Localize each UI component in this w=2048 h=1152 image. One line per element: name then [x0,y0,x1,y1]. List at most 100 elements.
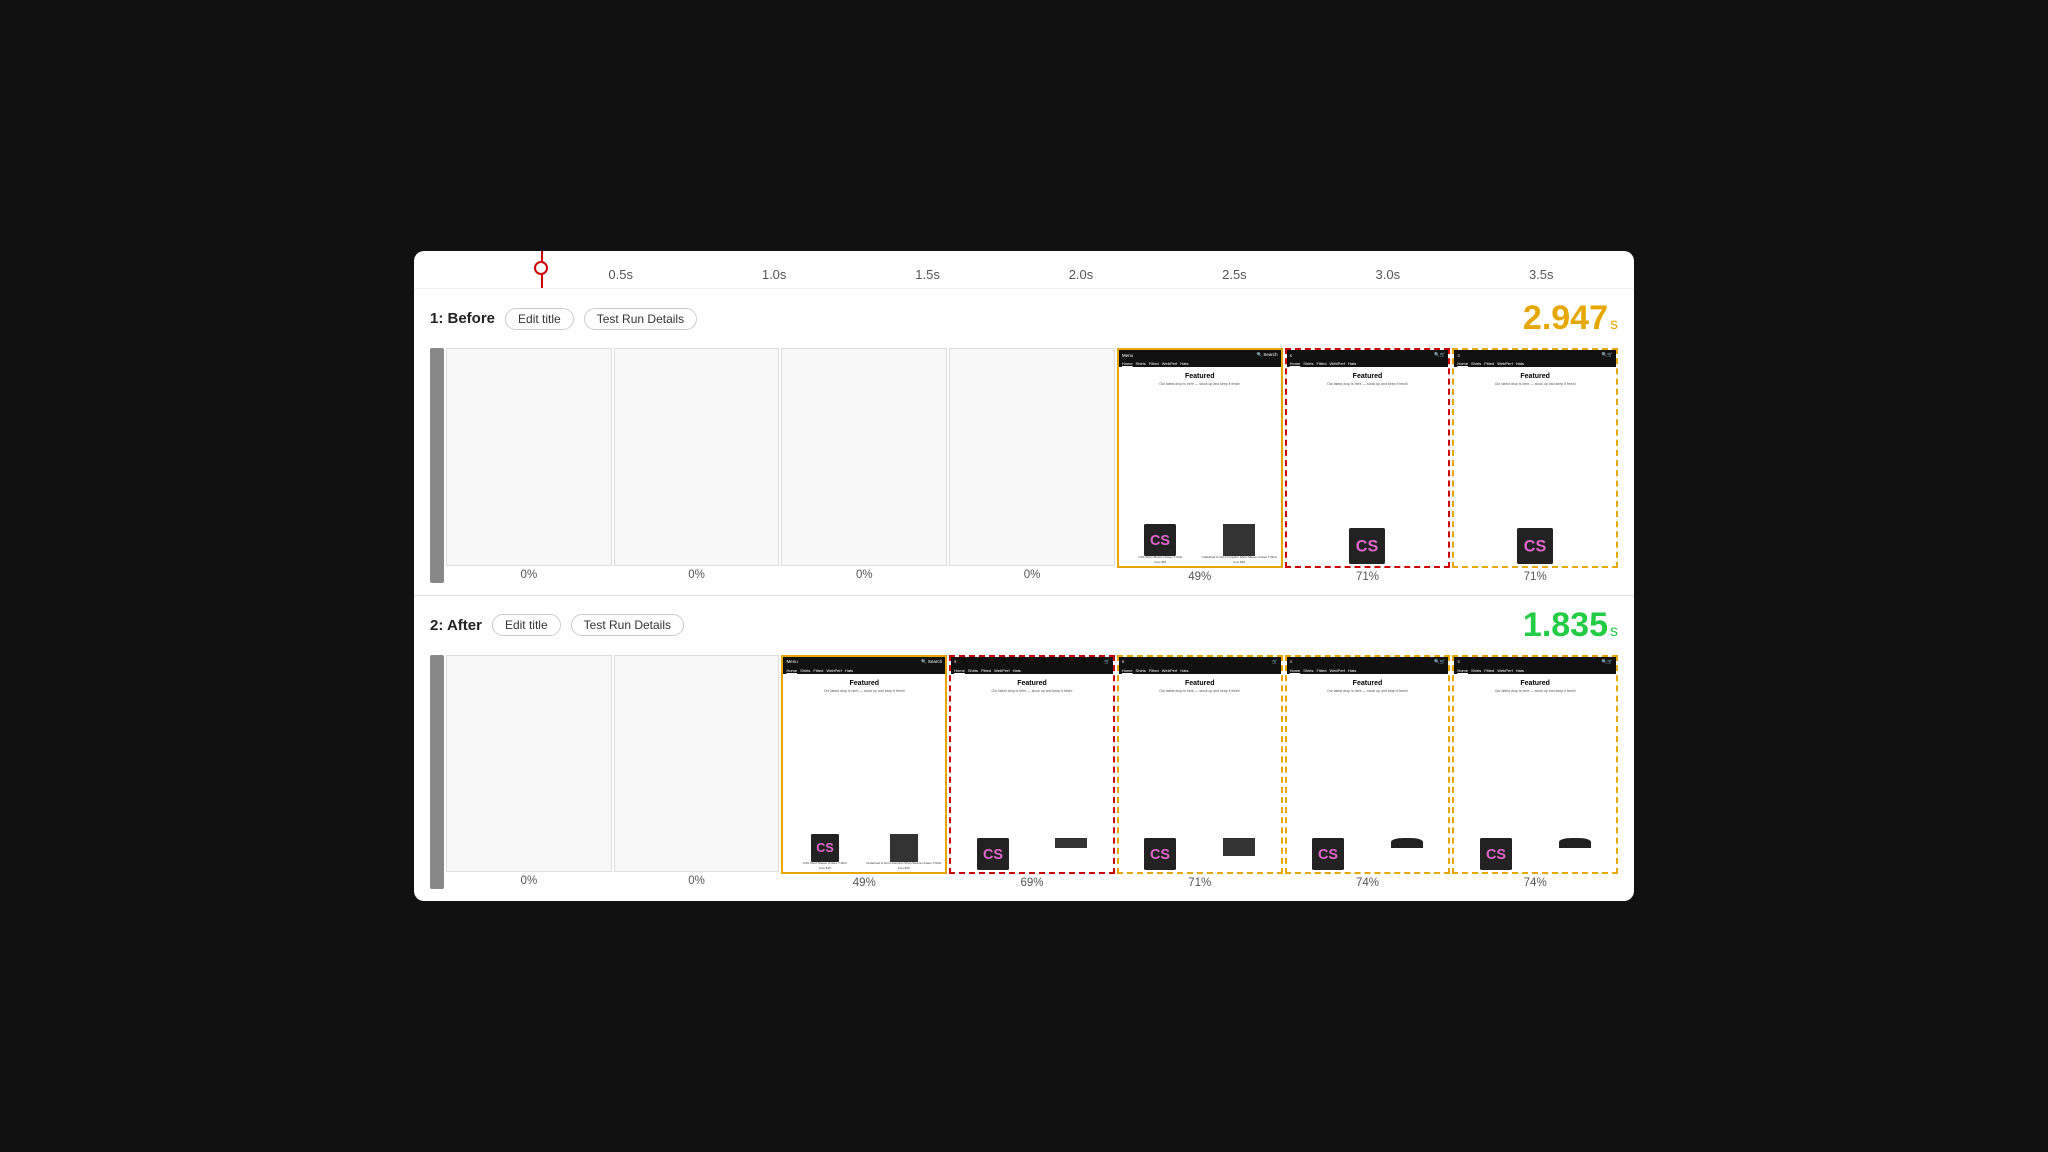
before-f5-search: 🔍 Search [1256,352,1277,358]
before-f6-nav-home: Home [1290,361,1301,366]
after-f4-nav-hats: Hats [1013,668,1021,673]
after-f7-sub: Our latest drop is here — stock up and k… [1457,689,1613,693]
before-edit-title-button[interactable]: Edit title [505,308,574,330]
after-first-bar [430,655,444,889]
before-f7-nav-home: Home [1457,361,1468,366]
before-first-bar [430,348,444,582]
after-f7-nav-webperf: WebPerf [1497,668,1513,673]
after-f5-nav-hats: Hats [1180,668,1188,673]
after-f4-nav-home: Home [954,668,965,673]
before-frame-6-inner: s 🔍🛒 Home Shirts Fitted WebPerf Hats [1287,350,1449,565]
before-frame-4-inner [950,349,1114,564]
after-f6-featured: Featured [1290,680,1446,687]
after-f5-product1: CS [1122,838,1199,870]
after-f5-nav-webperf: WebPerf [1162,668,1178,673]
after-frame-5: s 🛒 Home Shirts Fitted WebPerf Hats [1117,655,1283,889]
after-f4-tshirt1: CS [977,838,1009,870]
after-f5-product2 [1201,838,1278,870]
before-f5-product1: CS CSS Short-Sleeve Unisex T-Shirt from … [1122,524,1199,564]
after-f3-nav-shirts: Shirts [800,668,810,673]
after-frame-4-box: s 🛒 Home Shirts Fitted WebPerf Hats [949,655,1115,874]
after-score-unit: s [1610,623,1618,641]
after-f6-nav-shirts: Shirts [1303,668,1313,673]
before-score: 2.947 [1523,299,1608,338]
after-frame-3-pct: 49% [853,877,876,889]
before-f5-nav-hats: Hats [1180,361,1188,366]
after-f3-nav-fitted: Fitted [813,668,823,673]
time-1-0s: 1.0s [697,267,850,282]
after-frame-5-pct: 71% [1188,877,1211,889]
before-f7-nav-hats: Hats [1516,361,1524,366]
before-frame-1: 0% [446,348,612,582]
after-f6-product2 [1368,838,1445,870]
after-f7-product2 [1536,838,1613,870]
after-f4-tshirt2-partial [1055,838,1087,848]
before-f5-p1-price: from $15 [1154,560,1166,564]
after-f5-tshirt2-partial [1223,838,1255,856]
before-f5-featured: Featured [1122,373,1278,380]
after-f5-nav-shirts: Shirts [1136,668,1146,673]
after-f3-tshirt1: CS [811,834,839,862]
after-f6-hat [1391,838,1423,848]
before-f7-icons: 🔍🛒 [1602,352,1613,358]
before-frame-7-box: ≡ 🔍🛒 Home Shirts Fitted WebPerf Hats [1452,348,1618,567]
after-f7-nav-shirts: Shirts [1471,668,1481,673]
after-f4-product1: CS [954,838,1031,870]
after-f6-nav-home: Home [1290,668,1301,673]
after-frame-5-inner: s 🛒 Home Shirts Fitted WebPerf Hats [1119,657,1281,872]
before-frame-7-pct: 71% [1524,571,1547,583]
before-frame-4-box [949,348,1115,565]
after-f6-nav-hats: Hats [1348,668,1356,673]
before-f6-sub: Our latest drop is here — stock up and k… [1290,382,1446,386]
svg-text:CS: CS [1150,533,1170,549]
before-f6-nav-hats: Hats [1348,361,1356,366]
after-frame-6: ≡ 🔍🛒 Home Shirts Fitted WebPerf Hats [1285,655,1451,889]
after-f3-sub: Our latest drop is here — stock up and k… [786,689,942,693]
before-f7-featured: Featured [1457,373,1613,380]
after-f4-sub: Our latest drop is here — stock up and k… [954,689,1110,693]
after-f4-nav-shirts: Shirts [968,668,978,673]
after-frame-2: 0% [614,655,780,889]
before-section-title: 1: Before [430,310,495,327]
after-f4-icons: 🛒 [1104,659,1110,665]
before-frame-2-inner [615,349,779,564]
before-f5-products: CS CSS Short-Sleeve Unisex T-Shirt from … [1122,524,1278,564]
before-frame-1-box [446,348,612,565]
before-f5-p2-price: from $15 [1233,560,1245,564]
before-frame-7-inner: ≡ 🔍🛒 Home Shirts Fitted WebPerf Hats [1454,350,1616,565]
after-frame-6-box: ≡ 🔍🛒 Home Shirts Fitted WebPerf Hats [1285,655,1451,874]
before-frame-2: 0% [614,348,780,582]
after-f6-products: CS [1290,838,1446,870]
before-f6-icons: 🔍🛒 [1434,352,1445,358]
before-f6-featured: Featured [1290,373,1446,380]
time-2-0s: 2.0s [1004,267,1157,282]
before-frame-5-box: Menu 🔍 Search Home Shirts Fitted WebPerf… [1117,348,1283,567]
after-f6-product1: CS [1290,838,1367,870]
after-f5-s: s [1122,659,1124,664]
after-f3-nav-home: Home [786,668,797,673]
after-f3-search: 🔍 Search [921,659,942,665]
after-f4-product2 [1033,838,1110,870]
after-f3-nav-hats: Hats [845,668,853,673]
before-f5-nav-fitted: Fitted [1149,361,1159,366]
after-edit-title-button[interactable]: Edit title [492,614,561,636]
after-test-run-button[interactable]: Test Run Details [571,614,684,636]
after-frame-3-box: Menu 🔍 Search Home Shirts Fitted WebPerf… [781,655,947,874]
after-f5-sub: Our latest drop is here — stock up and k… [1122,689,1278,693]
before-f6-tshirt: CS [1349,528,1385,564]
after-frame-1-inner [447,656,611,871]
svg-text:CS: CS [1524,537,1547,555]
before-frame-1-inner [447,349,611,564]
after-frame-2-pct: 0% [688,875,705,887]
after-f5-nav-home: Home [1122,668,1133,673]
before-frame-4: 0% [949,348,1115,582]
after-score: 1.835 [1523,606,1608,645]
after-frame-7-pct: 74% [1524,877,1547,889]
svg-text:CS: CS [983,847,1003,863]
after-f3-p1-price: from $15 [819,866,831,870]
before-f6-tshirt-area: CS [1290,528,1446,564]
after-f6-menu: ≡ [1290,659,1293,664]
before-test-run-button[interactable]: Test Run Details [584,308,697,330]
before-f7-menu-icon: ≡ [1457,353,1460,358]
before-frame-4-pct: 0% [1024,569,1041,581]
